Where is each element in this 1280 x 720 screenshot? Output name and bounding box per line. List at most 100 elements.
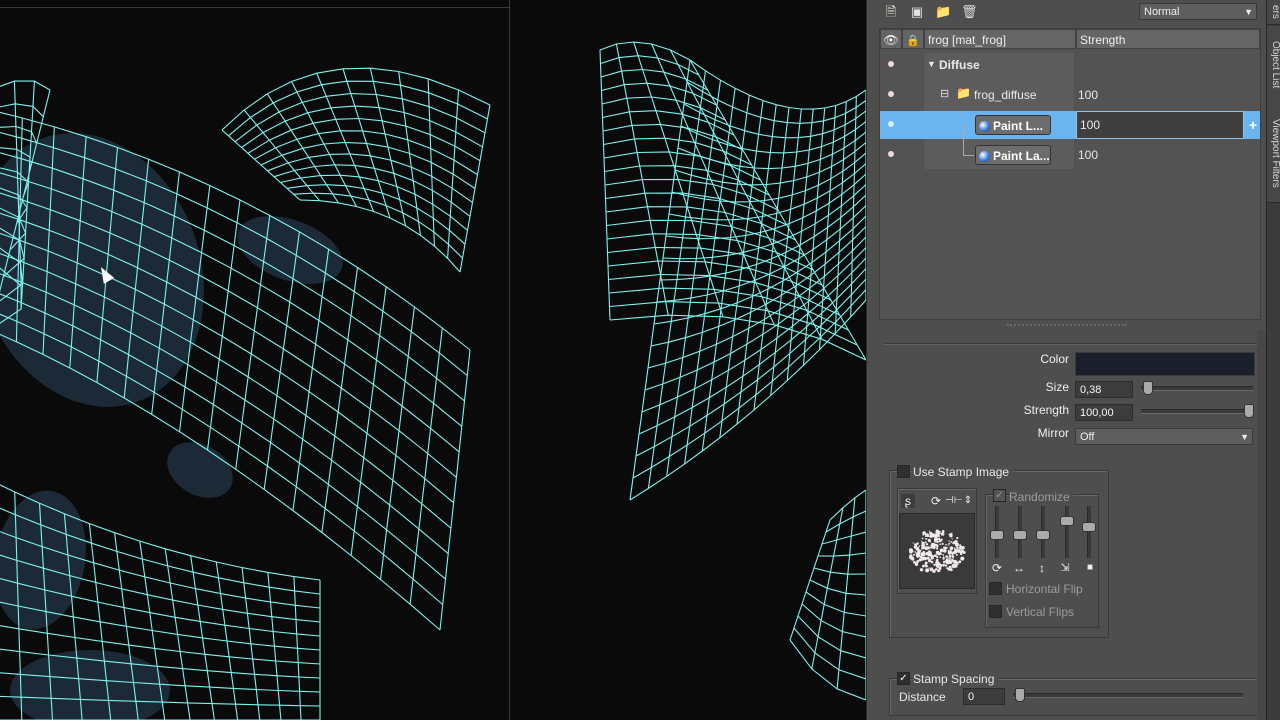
- random-slider-4[interactable]: [1065, 506, 1069, 558]
- strength-label: Strength: [1023, 403, 1069, 417]
- flip-horizontal-icon[interactable]: ⊣⊢: [945, 494, 962, 508]
- size-input[interactable]: 0,38: [1075, 381, 1133, 398]
- use-stamp-image-checkbox[interactable]: [897, 465, 910, 478]
- visibility-dot[interactable]: [888, 151, 894, 157]
- strength-slider-thumb[interactable]: [1244, 404, 1254, 418]
- viewport-split-horizontal: [0, 7, 509, 8]
- horizontal-flip-label: Horizontal Flip: [1006, 582, 1083, 596]
- randomize-checkbox[interactable]: ✓: [993, 489, 1006, 502]
- uv-viewport[interactable]: [0, 0, 866, 720]
- distance-slider-thumb[interactable]: [1015, 688, 1025, 702]
- layer-strength-input[interactable]: 100: [1076, 111, 1244, 139]
- mirror-value: Off: [1080, 431, 1095, 443]
- side-tab-strip: ers Object List Viewport Filters: [1266, 0, 1280, 720]
- distance-input[interactable]: 0: [963, 688, 1005, 705]
- size-label: Size: [1045, 380, 1069, 394]
- trash-icon[interactable]: 🗑: [961, 4, 978, 20]
- brush-picker-icon[interactable]: ʂ: [901, 494, 915, 508]
- strength-slider[interactable]: [1141, 409, 1253, 414]
- random-color-icon: ■: [1086, 562, 1094, 573]
- blend-mode-select[interactable]: Normal ▼: [1139, 3, 1257, 20]
- random-horizontal-icon: ↔: [1013, 561, 1025, 575]
- paint-stroke: [237, 216, 343, 284]
- visibility-column-header[interactable]: 👁: [880, 29, 902, 49]
- color-label: Color: [1040, 352, 1069, 366]
- layer-strength[interactable]: 100: [1078, 148, 1098, 162]
- distance-label: Distance: [899, 690, 946, 704]
- random-slider-thumb-3[interactable]: [1036, 530, 1050, 540]
- layer-name: Diffuse: [939, 58, 980, 72]
- randomize-label: Randomize: [1009, 490, 1073, 504]
- paint-layer-chip-1[interactable]: Paint L...: [975, 115, 1051, 135]
- vertical-flips-label: Vertical Flips: [1006, 605, 1075, 619]
- random-slider-thumb-5[interactable]: [1082, 522, 1096, 532]
- uv-shell-right-flare-inner: [599, 41, 866, 361]
- stamp-spacing-checkbox[interactable]: ✓: [897, 672, 910, 685]
- layer-row-paint-layer-2[interactable]: 100: [880, 141, 1260, 169]
- add-layer-button[interactable]: +: [1246, 111, 1260, 139]
- stamp-texture: [908, 529, 966, 573]
- paint-stroke: [0, 133, 204, 407]
- paint-stroke: [10, 650, 170, 720]
- color-swatch[interactable]: [1075, 352, 1255, 376]
- layer-row-diffuse[interactable]: ▼ Diffuse: [880, 51, 1260, 79]
- flip-vertical-icon[interactable]: ⇕: [961, 494, 975, 508]
- random-slider-thumb-1[interactable]: [990, 530, 1004, 540]
- size-slider[interactable]: [1141, 386, 1253, 391]
- folder-icon: 📁: [956, 86, 971, 100]
- random-slider-thumb-2[interactable]: [1013, 530, 1027, 540]
- eye-icon: 👁: [883, 33, 899, 47]
- section-separator: [885, 343, 1257, 345]
- mirror-label: Mirror: [1037, 426, 1069, 440]
- uv-shell-right-flare: [629, 59, 866, 501]
- folder-icon[interactable]: 📁: [935, 4, 951, 20]
- visibility-dot[interactable]: [888, 91, 894, 97]
- layer-name: Paint La...: [993, 149, 1050, 163]
- paint-layer-chip-2[interactable]: Paint La...: [975, 145, 1051, 165]
- size-slider-thumb[interactable]: [1143, 381, 1153, 395]
- viewport-split-vertical[interactable]: [509, 0, 510, 720]
- layer-strength[interactable]: 100: [1078, 88, 1098, 102]
- strength-header[interactable]: Strength: [1076, 29, 1260, 49]
- expand-arrow-icon[interactable]: ▼: [927, 59, 936, 69]
- blend-mode-value: Normal: [1144, 6, 1180, 18]
- chevron-down-icon: ▼: [1240, 432, 1249, 442]
- distance-slider[interactable]: [1013, 693, 1243, 698]
- lock-column-header[interactable]: 🔒: [902, 29, 924, 49]
- layer-row-frog-diffuse[interactable]: ⊟ 📁 frog_diffuse 100: [880, 81, 1260, 109]
- tree-line: [963, 125, 974, 156]
- uv-shell-right-corner: [789, 489, 866, 701]
- visibility-dot[interactable]: [888, 121, 894, 127]
- random-vertical-icon: ↕: [1039, 561, 1045, 575]
- tab-layers[interactable]: ers: [1267, 0, 1280, 25]
- stamp-image-preview[interactable]: [899, 513, 975, 589]
- rotate-icon[interactable]: ⟳: [929, 494, 943, 508]
- uv-wireframe: [0, 41, 866, 720]
- layer-list: 👁 🔒 frog [mat_frog] Strength ▼ Diffuse ⊟…: [879, 28, 1261, 320]
- random-rotate-icon: ⟳: [991, 561, 1003, 575]
- panel-resize-grip[interactable]: [1007, 324, 1127, 329]
- layers-toolbar: 🗎 ▣ 📁 🗑 Normal ▼: [867, 0, 1267, 26]
- new-group-icon[interactable]: ▣: [909, 4, 925, 20]
- tree-collapse-icon[interactable]: ⊟: [940, 87, 949, 100]
- mirror-select[interactable]: Off ▼: [1075, 428, 1253, 445]
- random-slider-thumb-4[interactable]: [1060, 516, 1074, 526]
- new-layer-icon[interactable]: 🗎: [883, 4, 899, 20]
- lock-icon: 🔒: [906, 35, 920, 47]
- layer-name-header[interactable]: frog [mat_frog]: [924, 29, 1076, 49]
- strength-input[interactable]: 100,00: [1075, 404, 1133, 421]
- layer-name: Paint L...: [993, 119, 1044, 133]
- chevron-down-icon: ▼: [1244, 7, 1253, 17]
- paint-stroke: [167, 442, 233, 498]
- horizontal-flip-checkbox[interactable]: [989, 582, 1002, 595]
- visibility-dot[interactable]: [888, 61, 894, 67]
- paint-layer-icon: [979, 151, 990, 162]
- stamp-spacing-label: Stamp Spacing: [913, 672, 999, 686]
- layer-name: frog_diffuse: [974, 88, 1037, 102]
- tab-viewport-filters[interactable]: Viewport Filters: [1267, 104, 1280, 203]
- paint-layer-icon: [979, 121, 990, 132]
- random-slider-5[interactable]: [1087, 506, 1091, 558]
- tab-object-list[interactable]: Object List: [1267, 26, 1280, 105]
- vertical-flips-checkbox[interactable]: [989, 605, 1002, 618]
- random-scale-icon: ⇲: [1060, 562, 1070, 574]
